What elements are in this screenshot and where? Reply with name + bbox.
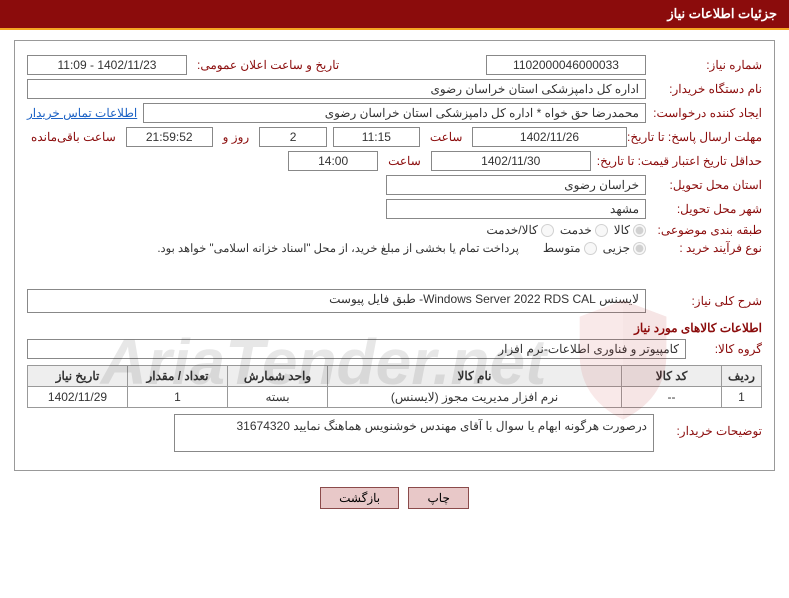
items-table: ردیف کد کالا نام کالا واحد شمارش تعداد /… <box>27 365 762 408</box>
radio-goods[interactable]: کالا <box>614 223 646 237</box>
radio-medium-lbl: متوسط <box>543 241 581 255</box>
lbl-remaining: ساعت باقی‌مانده <box>27 130 120 144</box>
val-buyer-org: اداره کل دامپزشکی استان خراسان رضوی <box>27 79 646 99</box>
val-requester: محمدرضا حق خواه * اداره کل دامپزشکی استا… <box>143 103 646 123</box>
val-remain-hms: 21:59:52 <box>126 127 213 147</box>
lbl-province: استان محل تحویل: <box>652 178 762 192</box>
radio-partial-lbl: جزیی <box>603 241 630 255</box>
val-goods-group: کامپیوتر و فناوری اطلاعات-نرم افزار <box>27 339 686 359</box>
lbl-requester: ایجاد کننده درخواست: <box>652 106 762 120</box>
lbl-saat-2: ساعت <box>384 154 425 168</box>
lbl-announce-dt: تاریخ و ساعت اعلان عمومی: <box>193 58 343 72</box>
items-section-title: اطلاعات کالاهای مورد نیاز <box>27 321 762 335</box>
th-unit: واحد شمارش <box>228 366 328 387</box>
cell-date: 1402/11/29 <box>28 387 128 408</box>
val-province: خراسان رضوی <box>386 175 646 195</box>
val-reply-date: 1402/11/26 <box>472 127 626 147</box>
lbl-buyer-notes: توضیحات خریدار: <box>662 414 762 438</box>
cell-unit: بسته <box>228 387 328 408</box>
table-row: 1 -- نرم افزار مدیریت مجوز (لایسنس) بسته… <box>28 387 762 408</box>
th-code: کد کالا <box>622 366 722 387</box>
cell-name: نرم افزار مدیریت مجوز (لایسنس) <box>328 387 622 408</box>
lbl-min-validity: حداقل تاریخ اعتبار قیمت: تا تاریخ: <box>597 154 762 168</box>
page-title: جزئیات اطلاعات نیاز <box>667 6 777 21</box>
radio-both[interactable]: کالا/خدمت <box>486 223 553 237</box>
radio-medium[interactable]: متوسط <box>543 241 597 255</box>
val-need-desc: لایسنس Windows Server 2022 RDS CAL- طبق … <box>27 289 646 313</box>
lbl-saat-1: ساعت <box>426 130 467 144</box>
lbl-city: شهر محل تحویل: <box>652 202 762 216</box>
val-city: مشهد <box>386 199 646 219</box>
val-remain-days: 2 <box>259 127 327 147</box>
val-announce-dt: 1402/11/23 - 11:09 <box>27 55 187 75</box>
lbl-rooz-va: روز و <box>219 130 254 144</box>
lbl-need-no: شماره نیاز: <box>652 58 762 72</box>
th-date: تاریخ نیاز <box>28 366 128 387</box>
print-button[interactable]: چاپ <box>408 487 468 509</box>
val-reply-time: 11:15 <box>333 127 420 147</box>
lbl-goods-group: گروه کالا: <box>692 342 762 356</box>
buyer-contact-link[interactable]: اطلاعات تماس خریدار <box>27 106 137 120</box>
back-button[interactable]: بازگشت <box>320 487 399 509</box>
val-buyer-notes: درصورت هرگونه ابهام یا سوال با آقای مهند… <box>174 414 654 452</box>
lbl-category: طبقه بندی موضوعی: <box>652 223 762 237</box>
th-name: نام کالا <box>328 366 622 387</box>
th-row: ردیف <box>722 366 762 387</box>
radio-goods-lbl: کالا <box>614 223 630 237</box>
radio-service-lbl: خدمت <box>560 223 592 237</box>
val-validity-date: 1402/11/30 <box>431 151 591 171</box>
val-need-no: 1102000046000033 <box>486 55 646 75</box>
cell-qty: 1 <box>128 387 228 408</box>
radio-partial[interactable]: جزیی <box>603 241 646 255</box>
cell-row: 1 <box>722 387 762 408</box>
page-header: جزئیات اطلاعات نیاز <box>0 0 789 30</box>
button-row: چاپ بازگشت <box>0 487 789 509</box>
radio-both-lbl: کالا/خدمت <box>486 223 537 237</box>
lbl-reply-deadline: مهلت ارسال پاسخ: تا تاریخ: <box>633 130 762 144</box>
val-validity-time: 14:00 <box>288 151 378 171</box>
form-container: شماره نیاز: 1102000046000033 تاریخ و ساع… <box>14 40 775 471</box>
pay-note: پرداخت تمام یا بخشی از مبلغ خرید، از محل… <box>157 241 519 255</box>
cell-code: -- <box>622 387 722 408</box>
lbl-purchase-type: نوع فرآیند خرید : <box>652 241 762 255</box>
lbl-need-desc: شرح کلی نیاز: <box>652 294 762 308</box>
lbl-buyer-org: نام دستگاه خریدار: <box>652 82 762 96</box>
radio-service[interactable]: خدمت <box>560 223 608 237</box>
th-qty: تعداد / مقدار <box>128 366 228 387</box>
